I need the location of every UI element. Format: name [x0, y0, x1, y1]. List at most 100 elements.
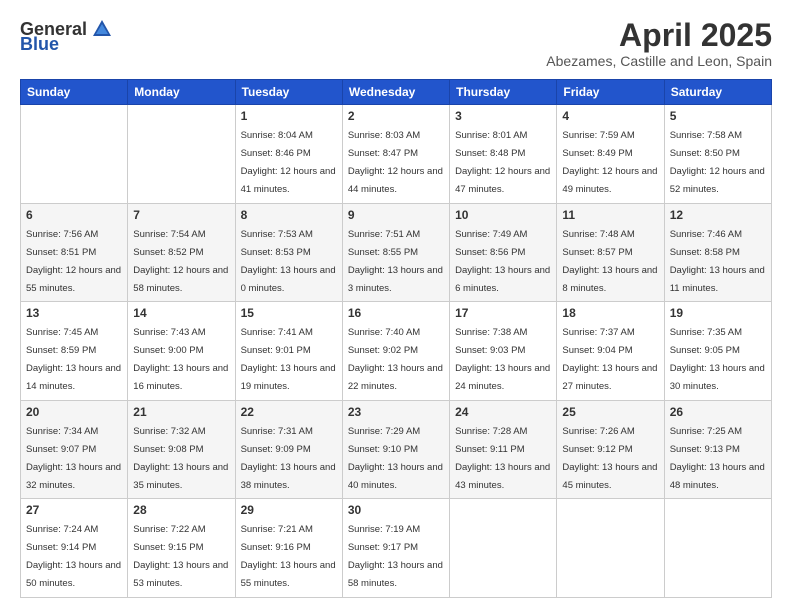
- calendar-table: Sunday Monday Tuesday Wednesday Thursday…: [20, 79, 772, 598]
- day-info: Sunrise: 7:38 AMSunset: 9:03 PMDaylight:…: [455, 327, 550, 392]
- day-info: Sunrise: 7:56 AMSunset: 8:51 PMDaylight:…: [26, 229, 121, 294]
- day-number: 24: [455, 405, 551, 419]
- day-number: 17: [455, 306, 551, 320]
- day-number: 25: [562, 405, 658, 419]
- title-section: April 2025 Abezames, Castille and Leon, …: [546, 18, 772, 69]
- day-info: Sunrise: 7:26 AMSunset: 9:12 PMDaylight:…: [562, 426, 657, 491]
- day-number: 19: [670, 306, 766, 320]
- day-number: 2: [348, 109, 444, 123]
- calendar-cell: 8 Sunrise: 7:53 AMSunset: 8:53 PMDayligh…: [235, 203, 342, 302]
- calendar-cell: 5 Sunrise: 7:58 AMSunset: 8:50 PMDayligh…: [664, 105, 771, 204]
- day-number: 22: [241, 405, 337, 419]
- calendar-cell: 7 Sunrise: 7:54 AMSunset: 8:52 PMDayligh…: [128, 203, 235, 302]
- calendar-cell: 19 Sunrise: 7:35 AMSunset: 9:05 PMDaylig…: [664, 302, 771, 401]
- header-friday: Friday: [557, 80, 664, 105]
- day-info: Sunrise: 7:24 AMSunset: 9:14 PMDaylight:…: [26, 524, 121, 589]
- calendar-cell: [128, 105, 235, 204]
- day-number: 27: [26, 503, 122, 517]
- day-info: Sunrise: 7:59 AMSunset: 8:49 PMDaylight:…: [562, 130, 657, 195]
- day-info: Sunrise: 7:53 AMSunset: 8:53 PMDaylight:…: [241, 229, 336, 294]
- day-info: Sunrise: 7:37 AMSunset: 9:04 PMDaylight:…: [562, 327, 657, 392]
- calendar-cell: 20 Sunrise: 7:34 AMSunset: 9:07 PMDaylig…: [21, 400, 128, 499]
- logo-icon: [91, 18, 113, 40]
- header-monday: Monday: [128, 80, 235, 105]
- calendar-cell: 18 Sunrise: 7:37 AMSunset: 9:04 PMDaylig…: [557, 302, 664, 401]
- day-number: 1: [241, 109, 337, 123]
- day-number: 4: [562, 109, 658, 123]
- calendar-cell: [21, 105, 128, 204]
- day-info: Sunrise: 7:51 AMSunset: 8:55 PMDaylight:…: [348, 229, 443, 294]
- day-number: 26: [670, 405, 766, 419]
- day-number: 29: [241, 503, 337, 517]
- calendar-cell: 6 Sunrise: 7:56 AMSunset: 8:51 PMDayligh…: [21, 203, 128, 302]
- day-number: 18: [562, 306, 658, 320]
- calendar-cell: 28 Sunrise: 7:22 AMSunset: 9:15 PMDaylig…: [128, 499, 235, 598]
- weekday-header-row: Sunday Monday Tuesday Wednesday Thursday…: [21, 80, 772, 105]
- calendar-cell: 30 Sunrise: 7:19 AMSunset: 9:17 PMDaylig…: [342, 499, 449, 598]
- day-number: 30: [348, 503, 444, 517]
- calendar-cell: 12 Sunrise: 7:46 AMSunset: 8:58 PMDaylig…: [664, 203, 771, 302]
- day-number: 23: [348, 405, 444, 419]
- day-number: 10: [455, 208, 551, 222]
- calendar-cell: [450, 499, 557, 598]
- day-info: Sunrise: 7:58 AMSunset: 8:50 PMDaylight:…: [670, 130, 765, 195]
- calendar-cell: [557, 499, 664, 598]
- day-number: 13: [26, 306, 122, 320]
- day-number: 14: [133, 306, 229, 320]
- header-saturday: Saturday: [664, 80, 771, 105]
- day-info: Sunrise: 7:29 AMSunset: 9:10 PMDaylight:…: [348, 426, 443, 491]
- calendar-cell: 3 Sunrise: 8:01 AMSunset: 8:48 PMDayligh…: [450, 105, 557, 204]
- calendar-cell: 10 Sunrise: 7:49 AMSunset: 8:56 PMDaylig…: [450, 203, 557, 302]
- day-info: Sunrise: 7:40 AMSunset: 9:02 PMDaylight:…: [348, 327, 443, 392]
- day-number: 6: [26, 208, 122, 222]
- header-tuesday: Tuesday: [235, 80, 342, 105]
- calendar-cell: 9 Sunrise: 7:51 AMSunset: 8:55 PMDayligh…: [342, 203, 449, 302]
- logo-blue-text: Blue: [20, 34, 59, 55]
- day-number: 11: [562, 208, 658, 222]
- week-row-2: 6 Sunrise: 7:56 AMSunset: 8:51 PMDayligh…: [21, 203, 772, 302]
- header-thursday: Thursday: [450, 80, 557, 105]
- calendar-cell: 24 Sunrise: 7:28 AMSunset: 9:11 PMDaylig…: [450, 400, 557, 499]
- day-info: Sunrise: 8:04 AMSunset: 8:46 PMDaylight:…: [241, 130, 336, 195]
- calendar-cell: 1 Sunrise: 8:04 AMSunset: 8:46 PMDayligh…: [235, 105, 342, 204]
- calendar-cell: 4 Sunrise: 7:59 AMSunset: 8:49 PMDayligh…: [557, 105, 664, 204]
- day-info: Sunrise: 7:32 AMSunset: 9:08 PMDaylight:…: [133, 426, 228, 491]
- day-info: Sunrise: 7:48 AMSunset: 8:57 PMDaylight:…: [562, 229, 657, 294]
- day-number: 16: [348, 306, 444, 320]
- logo: General Blue: [20, 18, 113, 55]
- calendar-cell: 15 Sunrise: 7:41 AMSunset: 9:01 PMDaylig…: [235, 302, 342, 401]
- calendar-cell: 22 Sunrise: 7:31 AMSunset: 9:09 PMDaylig…: [235, 400, 342, 499]
- page: General Blue April 2025 Abezames, Castil…: [0, 0, 792, 612]
- calendar-cell: 17 Sunrise: 7:38 AMSunset: 9:03 PMDaylig…: [450, 302, 557, 401]
- calendar-cell: 21 Sunrise: 7:32 AMSunset: 9:08 PMDaylig…: [128, 400, 235, 499]
- day-info: Sunrise: 7:46 AMSunset: 8:58 PMDaylight:…: [670, 229, 765, 294]
- calendar-cell: [664, 499, 771, 598]
- day-info: Sunrise: 7:41 AMSunset: 9:01 PMDaylight:…: [241, 327, 336, 392]
- calendar-cell: 29 Sunrise: 7:21 AMSunset: 9:16 PMDaylig…: [235, 499, 342, 598]
- month-title: April 2025: [546, 18, 772, 53]
- day-number: 12: [670, 208, 766, 222]
- day-info: Sunrise: 7:35 AMSunset: 9:05 PMDaylight:…: [670, 327, 765, 392]
- day-info: Sunrise: 7:43 AMSunset: 9:00 PMDaylight:…: [133, 327, 228, 392]
- location-title: Abezames, Castille and Leon, Spain: [546, 53, 772, 69]
- day-info: Sunrise: 7:54 AMSunset: 8:52 PMDaylight:…: [133, 229, 228, 294]
- calendar-cell: 13 Sunrise: 7:45 AMSunset: 8:59 PMDaylig…: [21, 302, 128, 401]
- day-number: 7: [133, 208, 229, 222]
- day-number: 9: [348, 208, 444, 222]
- day-number: 15: [241, 306, 337, 320]
- day-info: Sunrise: 7:21 AMSunset: 9:16 PMDaylight:…: [241, 524, 336, 589]
- day-number: 28: [133, 503, 229, 517]
- week-row-3: 13 Sunrise: 7:45 AMSunset: 8:59 PMDaylig…: [21, 302, 772, 401]
- header: General Blue April 2025 Abezames, Castil…: [20, 18, 772, 69]
- day-info: Sunrise: 7:31 AMSunset: 9:09 PMDaylight:…: [241, 426, 336, 491]
- day-info: Sunrise: 7:25 AMSunset: 9:13 PMDaylight:…: [670, 426, 765, 491]
- calendar-cell: 25 Sunrise: 7:26 AMSunset: 9:12 PMDaylig…: [557, 400, 664, 499]
- calendar-cell: 23 Sunrise: 7:29 AMSunset: 9:10 PMDaylig…: [342, 400, 449, 499]
- day-number: 20: [26, 405, 122, 419]
- day-info: Sunrise: 7:28 AMSunset: 9:11 PMDaylight:…: [455, 426, 550, 491]
- header-sunday: Sunday: [21, 80, 128, 105]
- calendar-cell: 14 Sunrise: 7:43 AMSunset: 9:00 PMDaylig…: [128, 302, 235, 401]
- day-info: Sunrise: 8:01 AMSunset: 8:48 PMDaylight:…: [455, 130, 550, 195]
- calendar-cell: 26 Sunrise: 7:25 AMSunset: 9:13 PMDaylig…: [664, 400, 771, 499]
- week-row-4: 20 Sunrise: 7:34 AMSunset: 9:07 PMDaylig…: [21, 400, 772, 499]
